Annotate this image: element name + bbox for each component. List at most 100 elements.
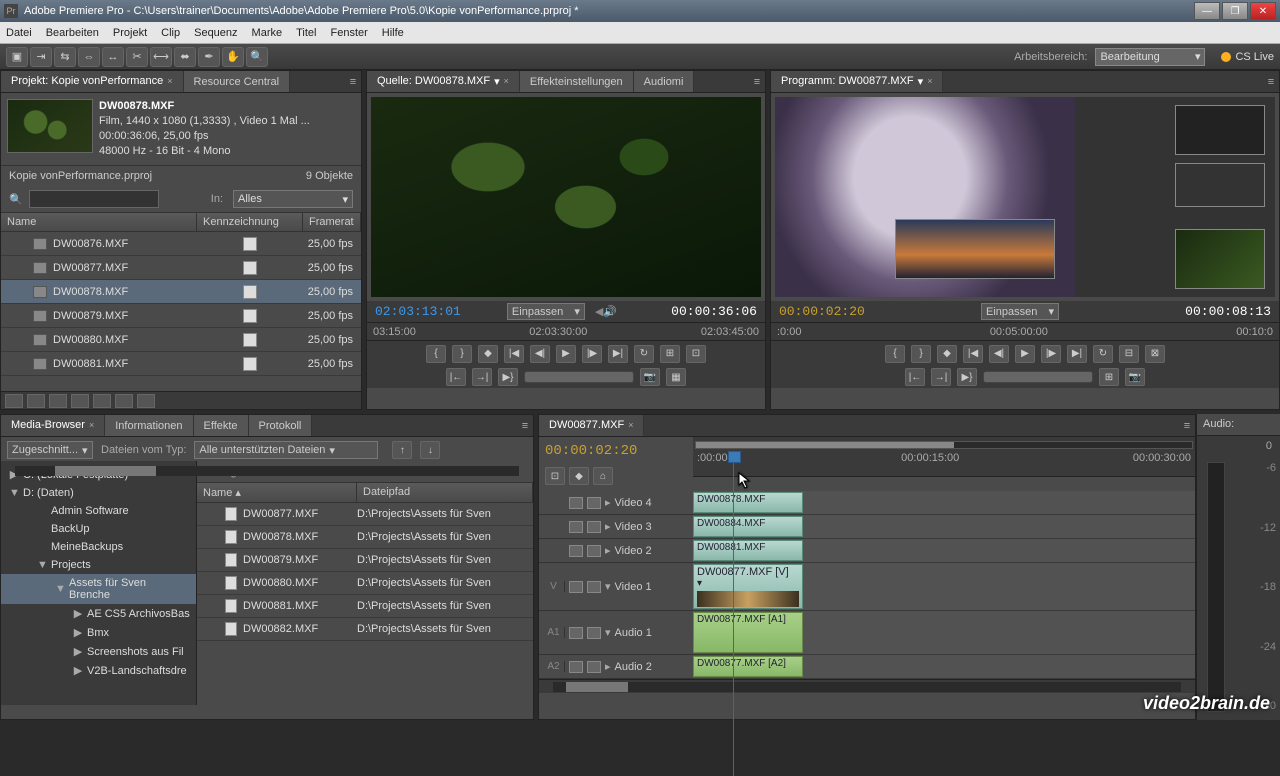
set-marker-button[interactable]: ◆ [478,345,498,363]
step-forward-button[interactable]: |▶ [582,345,602,363]
label-swatch[interactable] [243,261,257,275]
workspace-dropdown[interactable]: Bearbeitung▾ [1095,48,1205,66]
slip-tool[interactable]: ⟷ [150,47,172,67]
clip[interactable]: DW00878.MXF [693,492,803,513]
panel-menu-icon[interactable]: ≡ [1179,420,1195,432]
file-row[interactable]: DW00878.MXFD:\Projects\Assets für Sven [197,526,533,549]
tab-sequence[interactable]: DW00877.MXF× [539,415,644,436]
menu-titel[interactable]: Titel [296,27,316,39]
menu-sequenz[interactable]: Sequenz [194,27,237,39]
tab-effect-controls[interactable]: Effekteinstellungen [520,71,634,92]
find-button[interactable] [71,394,89,408]
export-frame-button[interactable]: 📷 [1125,368,1145,386]
speaker-icon[interactable] [569,661,583,673]
lock-icon[interactable] [587,627,601,639]
program-zoom-dropdown[interactable]: Einpassen▾ [981,303,1059,320]
chevron-down-icon[interactable]: ▾ [918,75,924,88]
mark-out-button[interactable]: } [911,345,931,363]
track-header-v2[interactable]: ▸Video 2 [539,539,693,563]
playhead[interactable] [733,451,734,776]
track-header-v3[interactable]: ▸Video 3 [539,515,693,539]
tree-item[interactable]: MeineBackups [1,538,196,556]
tab-media-browser[interactable]: Media-Browser× [1,415,105,436]
tab-protokoll[interactable]: Protokoll [249,415,313,436]
tree-item[interactable]: ▼Assets für Sven Brenche [1,574,196,604]
lock-icon[interactable] [587,521,601,533]
close-icon[interactable]: × [89,420,94,430]
menu-datei[interactable]: Datei [6,27,32,39]
source-timecode-in[interactable]: 02:03:13:01 [375,304,461,319]
play-button[interactable]: ▶ [556,345,576,363]
go-to-in-button[interactable]: |◀ [963,345,983,363]
chevron-right-icon[interactable]: ▸ [605,520,611,533]
col-name[interactable]: Name ▴ [197,483,357,502]
label-swatch[interactable] [243,285,257,299]
file-row[interactable]: DW00882.MXFD:\Projects\Assets für Sven [197,618,533,641]
play-inout-button[interactable]: ▶} [957,368,977,386]
go-to-out-button[interactable]: ▶| [608,345,628,363]
play-inout-button[interactable]: ▶} [498,368,518,386]
sync-lock-button[interactable]: ⌂ [593,467,613,485]
filetype-dropdown[interactable]: Alle unterstützten Dateien▾ [194,441,378,459]
up-button[interactable]: ↑ [392,441,412,459]
icon-view-button[interactable] [27,394,45,408]
h-scrollbar[interactable] [1,463,533,477]
menu-fenster[interactable]: Fenster [330,27,367,39]
tab-program[interactable]: Programm: DW00877.MXF▾× [771,71,943,92]
close-icon[interactable]: × [167,76,172,86]
program-timecode[interactable]: 00:00:02:20 [779,304,865,319]
tab-effekte[interactable]: Effekte [194,415,249,436]
project-row[interactable]: DW00877.MXF25,00 fps [1,256,361,280]
track-v2[interactable]: DW00881.MXF [693,539,1195,563]
loop-button[interactable]: ↻ [1093,345,1113,363]
col-name[interactable]: Name [1,213,197,231]
clip[interactable]: DW00877.MXF [V] ▾ [693,564,803,609]
rate-stretch-tool[interactable]: ↔ [102,47,124,67]
tab-project[interactable]: Projekt: Kopie vonPerformance× [1,71,184,92]
mark-out-button[interactable]: } [452,345,472,363]
selection-tool[interactable]: ▣ [6,47,28,67]
view-type-dropdown[interactable]: Zugeschnitt...▾ [7,441,93,459]
next-edit-button[interactable]: →| [472,368,492,386]
file-row[interactable]: DW00879.MXFD:\Projects\Assets für Sven [197,549,533,572]
prev-edit-button[interactable]: |← [446,368,466,386]
mark-in-button[interactable]: { [426,345,446,363]
step-back-button[interactable]: ◀| [530,345,550,363]
eye-icon[interactable] [569,497,583,509]
trim-button[interactable]: ⊞ [1099,368,1119,386]
label-swatch[interactable] [243,309,257,323]
menu-projekt[interactable]: Projekt [113,27,147,39]
tree-item[interactable]: ▼D: (Daten) [1,484,196,502]
timeline-ruler[interactable]: :00:0000:00:15:0000:00:30:00 [693,437,1195,477]
menu-marke[interactable]: Marke [252,27,283,39]
tab-audio-mixer[interactable]: Audiomi [634,71,695,92]
lock-icon[interactable] [587,581,601,593]
twisty-icon[interactable]: ▼ [37,559,47,571]
project-row[interactable]: DW00878.MXF25,00 fps [1,280,361,304]
track-a1[interactable]: DW00877.MXF [A1] [693,611,1195,655]
new-bin-button[interactable] [93,394,111,408]
insert-button[interactable]: ⊞ [660,345,680,363]
clip[interactable]: DW00877.MXF [A1] [693,612,803,653]
source-ruler[interactable]: 03:15:0002:03:30:0002:03:45:00 [367,322,765,340]
shuttle-slider[interactable] [983,371,1093,383]
timeline-scrollbar[interactable] [539,679,1195,693]
step-back-button[interactable]: ◀| [989,345,1009,363]
twisty-icon[interactable]: ▼ [55,583,65,595]
close-button[interactable]: ✕ [1250,2,1276,20]
list-view-button[interactable] [5,394,23,408]
menu-clip[interactable]: Clip [161,27,180,39]
marker-button[interactable]: ◆ [569,467,589,485]
track-v1[interactable]: DW00877.MXF [V] ▾ [693,563,1195,611]
label-swatch[interactable] [243,333,257,347]
eye-icon[interactable] [569,545,583,557]
clip[interactable]: DW00877.MXF [A2] [693,656,803,677]
go-to-in-button[interactable]: |◀ [504,345,524,363]
tab-resource-central[interactable]: Resource Central [184,71,291,92]
track-v3[interactable]: DW00884.MXF [693,515,1195,539]
eye-icon[interactable] [569,521,583,533]
new-item-button[interactable] [115,394,133,408]
extract-button[interactable]: ⊠ [1145,345,1165,363]
close-icon[interactable]: × [504,76,509,86]
in-dropdown[interactable]: Alles▾ [233,190,353,208]
